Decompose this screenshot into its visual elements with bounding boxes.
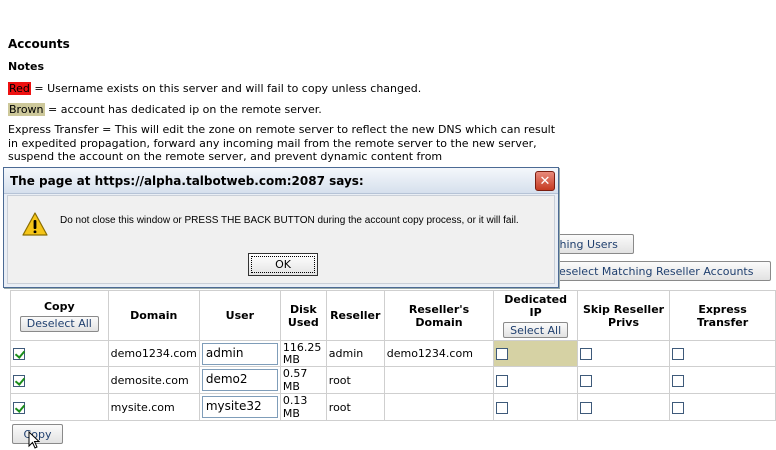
express-cell	[669, 340, 776, 367]
dialog-titlebar[interactable]: The page at https://alpha.talbotweb.com:…	[4, 168, 558, 194]
express-transfer-checkbox[interactable]	[672, 348, 685, 360]
skip-privs-cell	[576, 340, 671, 367]
reseller-cell: root	[325, 366, 385, 394]
disk-cell: 0.57 MB	[279, 366, 327, 394]
brown-swatch: Brown	[8, 103, 45, 116]
express-transfer-checkbox[interactable]	[672, 401, 685, 414]
reseller-domain-cell	[383, 366, 495, 394]
ok-button[interactable]: OK	[248, 253, 318, 276]
skip-privs-checkbox[interactable]	[579, 348, 592, 360]
user-cell: admin	[198, 340, 281, 367]
table-row: mysite.com mysite32 0.13 MB root	[10, 393, 776, 421]
reseller-domain-cell: demo1234.com	[383, 340, 495, 367]
warning-icon	[22, 212, 48, 236]
dedicated-ip-checkbox[interactable]	[496, 348, 509, 360]
dedicated-ip-checkbox[interactable]	[496, 374, 509, 387]
domain-cell: demosite.com	[107, 366, 200, 394]
username-input[interactable]: mysite32	[201, 396, 278, 418]
table-header-row: Copy Deselect All Domain User Disk Used …	[10, 290, 776, 341]
accounts-table: Copy Deselect All Domain User Disk Used …	[10, 290, 776, 421]
express-cell	[669, 393, 776, 421]
deselect-matching-reseller-button[interactable]: Deselect Matching Reseller Accounts	[533, 261, 771, 281]
express-transfer-note: Express Transfer = This will edit the zo…	[8, 123, 556, 163]
username-input[interactable]: admin	[201, 342, 278, 365]
alert-dialog: The page at https://alpha.talbotweb.com:…	[3, 167, 559, 288]
mouse-cursor-icon	[28, 431, 40, 449]
note-red-text: = Username exists on this server and wil…	[30, 82, 422, 95]
col-copy: Copy Deselect All	[10, 290, 109, 341]
dialog-body: Do not close this window or PRESS THE BA…	[7, 195, 555, 284]
reseller-cell: admin	[325, 340, 385, 367]
deselect-all-button[interactable]: Deselect All	[19, 315, 99, 332]
user-cell: mysite32	[198, 393, 281, 421]
domain-cell: demo1234.com	[107, 340, 200, 367]
accounts-table-container: Copy Deselect All Domain User Disk Used …	[10, 290, 776, 421]
reseller-cell: root	[325, 393, 385, 421]
col-express-transfer: Express Transfer	[669, 290, 776, 341]
col-disk-used: Disk Used	[279, 290, 327, 341]
dedicated-ip-cell	[493, 340, 578, 367]
copy-cell	[10, 393, 109, 421]
copy-cell	[10, 366, 109, 394]
dedicated-ip-cell	[493, 393, 578, 421]
table-row: demo1234.com admin 116.25 MB admin demo1…	[10, 340, 776, 367]
page-heading: Accounts	[8, 37, 70, 51]
col-dedicated-ip: Dedicated IP Select All	[493, 290, 578, 341]
dedicated-ip-cell	[493, 366, 578, 394]
copy-checkbox[interactable]	[13, 348, 25, 360]
copy-checkbox[interactable]	[13, 401, 25, 414]
dedicated-ip-checkbox[interactable]	[496, 401, 509, 414]
domain-cell: mysite.com	[107, 393, 200, 421]
close-icon[interactable]: ✕	[535, 171, 555, 191]
note-brown-text: = account has dedicated ip on the remote…	[44, 103, 322, 116]
express-transfer-checkbox[interactable]	[672, 374, 685, 387]
reseller-domain-cell	[383, 393, 495, 421]
select-all-button[interactable]: Select All	[503, 322, 569, 338]
col-resellers-domain: Reseller's Domain	[383, 290, 495, 341]
skip-privs-checkbox[interactable]	[579, 401, 592, 414]
col-copy-label: Copy	[43, 299, 75, 313]
note-brown: Brown = account has dedicated ip on the …	[8, 103, 322, 116]
skip-privs-cell	[576, 393, 671, 421]
note-red: Red = Username exists on this server and…	[8, 82, 421, 95]
col-dedicated-ip-label: Dedicated IP	[504, 293, 568, 319]
disk-cell: 0.13 MB	[279, 393, 327, 421]
col-user: User	[198, 290, 281, 341]
username-input[interactable]: demo2	[201, 369, 278, 391]
notes-heading: Notes	[8, 60, 45, 73]
express-cell	[669, 366, 776, 394]
col-domain: Domain	[107, 290, 200, 341]
copy-checkbox[interactable]	[13, 374, 25, 387]
skip-privs-cell	[576, 366, 671, 394]
col-skip-reseller-privs: Skip Reseller Privs	[576, 290, 671, 341]
dialog-title: The page at https://alpha.talbotweb.com:…	[10, 174, 364, 188]
skip-privs-checkbox[interactable]	[579, 374, 592, 387]
dialog-message: Do not close this window or PRESS THE BA…	[60, 215, 519, 226]
col-reseller: Reseller	[325, 290, 385, 341]
user-cell: demo2	[198, 366, 281, 394]
table-row: demosite.com demo2 0.57 MB root	[10, 366, 776, 394]
red-swatch: Red	[8, 82, 31, 95]
copy-cell	[10, 340, 109, 367]
disk-cell: 116.25 MB	[279, 340, 327, 367]
